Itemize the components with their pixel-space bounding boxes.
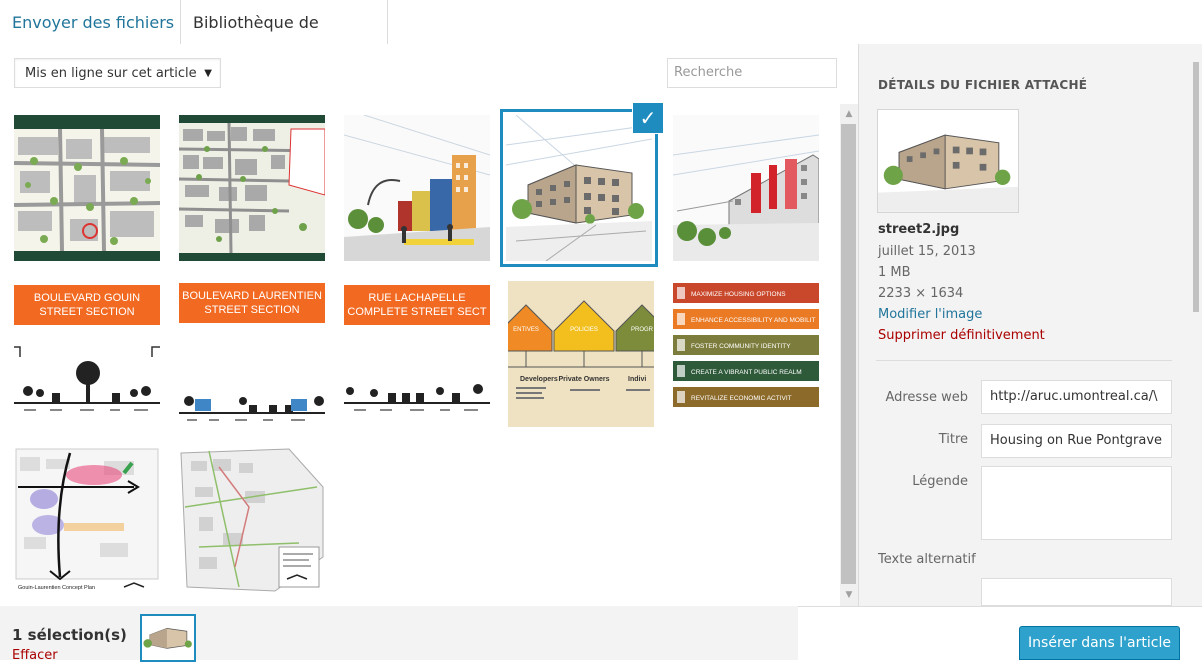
title-field-label: Titre xyxy=(938,432,968,447)
thumbnail-heading-line: STREET SECTION xyxy=(39,306,134,318)
insert-into-post-button[interactable]: Insérer dans l'article xyxy=(1019,626,1180,660)
goal-line: CREATE A VIBRANT PUBLIC REALM xyxy=(691,369,802,376)
media-modal-tabs: Envoyer des fichiers Bibliothèque de méd… xyxy=(0,0,1202,78)
attachment-filename: street2.jpg xyxy=(878,222,960,237)
attachment-thumbnail[interactable]: Gouin-Laurentien Concept Plan xyxy=(14,447,160,593)
attachment-thumbnail[interactable] xyxy=(344,115,490,261)
attachment-thumbnail[interactable] xyxy=(179,115,325,261)
alt-text-field[interactable] xyxy=(981,578,1172,606)
filter-select-label: Mis en ligne sur cet article xyxy=(25,66,197,81)
thumbnail-heading-line: STREET SECTION xyxy=(204,304,299,316)
attachment-thumbnail[interactable] xyxy=(179,447,325,593)
thumbnail-heading-line: BOULEVARD GOUIN xyxy=(34,292,140,304)
goal-line: MAXIMIZE HOUSING OPTIONS xyxy=(691,291,786,298)
attachment-thumbnail[interactable]: BOULEVARD LAURENTIEN STREET SECTION xyxy=(179,281,325,427)
goal-line: FOSTER COMMUNITY IDENTITY xyxy=(691,343,791,350)
diagram-tag: ENTIVES xyxy=(513,327,539,333)
caption-field-label: Légende xyxy=(912,474,968,489)
attachment-thumbnail[interactable] xyxy=(14,115,160,261)
concept-plan-caption: Gouin-Laurentien Concept Plan xyxy=(18,585,95,591)
sidebar-scrollbar[interactable] xyxy=(1190,44,1202,606)
delete-permanently-link[interactable]: Supprimer définitivement xyxy=(878,328,1045,343)
goal-line: ENHANCE ACCESSIBILITY AND MOBILIT xyxy=(691,317,816,324)
clear-selection-link[interactable]: Effacer xyxy=(12,648,58,663)
tab-media-library[interactable]: Bibliothèque de médias xyxy=(180,0,388,78)
url-field[interactable]: http://aruc.umontreal.ca/\ xyxy=(981,380,1172,414)
scroll-up-icon[interactable]: ▲ xyxy=(843,108,855,120)
attachment-thumbnail[interactable] xyxy=(673,115,819,261)
attachment-thumbnail[interactable]: ENTIVES POLICIES PROGR Developers Privat… xyxy=(508,281,654,427)
goal-line: REVITALIZE ECONOMIC ACTIVIT xyxy=(691,395,792,402)
thumbnail-heading-line: COMPLETE STREET SECT xyxy=(347,306,486,318)
sidebar-divider xyxy=(876,360,1172,361)
thumbnail-heading-line: BOULEVARD LAURENTIEN xyxy=(182,290,322,302)
search-input[interactable]: Recherche xyxy=(667,58,837,88)
attachment-preview-image xyxy=(878,110,1018,212)
attachment-details-title: DÉTAILS DU FICHIER ATTACHÉ xyxy=(878,78,1088,92)
title-field[interactable]: Housing on Rue Pontgrave xyxy=(981,424,1172,458)
diagram-label: Indivi xyxy=(628,376,646,383)
thumbnail-heading-line: RUE LACHAPELLE xyxy=(368,292,465,304)
edit-image-link[interactable]: Modifier l'image xyxy=(878,307,982,322)
attachment-filter-select[interactable]: Mis en ligne sur cet article ▼ xyxy=(14,58,221,88)
attachment-dimensions: 2233 × 1634 xyxy=(878,286,964,301)
diagram-tag: POLICIES xyxy=(570,327,598,333)
diagram-label: Private Owners xyxy=(559,376,610,383)
chevron-down-icon: ▼ xyxy=(204,68,212,79)
selection-count: 1 sélection(s) xyxy=(12,626,127,644)
caption-field[interactable] xyxy=(981,466,1172,540)
tab-upload-files[interactable]: Envoyer des fichiers xyxy=(0,0,186,43)
attachment-thumbnail[interactable]: BOULEVARD GOUIN STREET SECTION xyxy=(14,281,160,427)
selected-check-icon[interactable]: ✓ xyxy=(633,103,663,133)
scroll-down-icon[interactable]: ▼ xyxy=(843,589,855,601)
selection-thumbnail[interactable] xyxy=(142,616,194,660)
alt-text-field-label: Texte alternatif xyxy=(878,552,976,567)
diagram-tag: PROGR xyxy=(631,327,654,333)
attachment-thumbnail[interactable]: MAXIMIZE HOUSING OPTIONS ENHANCE ACCESSI… xyxy=(673,281,819,427)
attachment-date: juillet 15, 2013 xyxy=(878,244,976,259)
attachment-thumbnail[interactable]: RUE LACHAPELLE COMPLETE STREET SECT xyxy=(344,281,490,427)
grid-scrollbar-thumb[interactable] xyxy=(841,124,856,584)
url-field-label: Adresse web xyxy=(885,390,968,405)
attachment-thumbnail-selected[interactable] xyxy=(506,115,652,261)
attachment-filesize: 1 MB xyxy=(878,265,911,280)
diagram-label: Developers xyxy=(520,376,558,383)
